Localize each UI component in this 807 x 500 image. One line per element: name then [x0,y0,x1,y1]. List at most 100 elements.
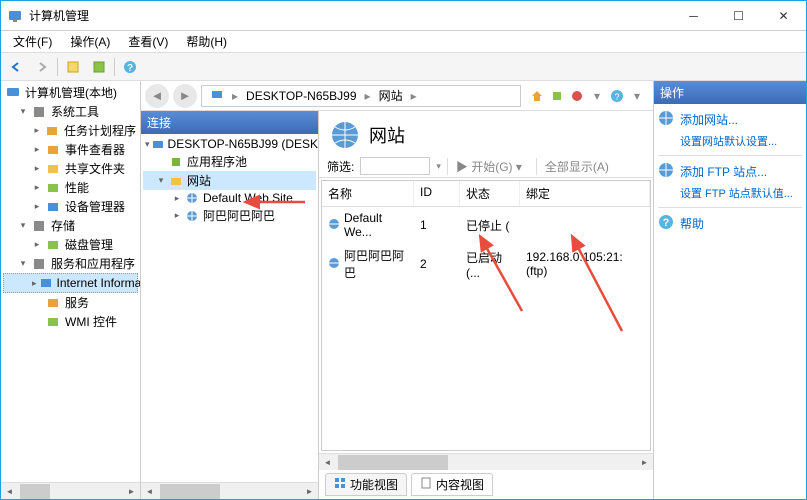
table-row[interactable]: 阿巴阿巴阿巴2已启动 (...192.168.0.105:21: (ftp) [322,243,650,285]
scroll-left-icon[interactable]: ◄ [1,483,18,500]
col-name[interactable]: 名称 [322,181,414,206]
go-button[interactable]: ▶ 开始(G) ▾ [447,158,530,175]
col-id[interactable]: ID [414,181,460,206]
expand-icon[interactable]: ▸ [171,210,183,222]
conn-host[interactable]: ▾ DESKTOP-N65BJ99 (DESKTOP [143,136,316,152]
home-icon[interactable] [529,88,545,104]
scroll-right-icon[interactable]: ► [123,483,140,500]
main-window: 计算机管理 ─ ☐ ✕ 文件(F) 操作(A) 查看(V) 帮助(H) ? 计算… [0,0,807,500]
nav-back-button[interactable]: ◄ [145,84,169,108]
unknown-icon[interactable] [549,88,565,104]
conn-sites[interactable]: ▾ 网站 [143,171,316,190]
tab-content[interactable]: 内容视图 [411,473,493,496]
tree-item[interactable]: WMI 控件 [3,312,138,331]
action-subitem[interactable]: 设置网站默认设置... [658,131,802,151]
breadcrumb-host[interactable]: DESKTOP-N65BJ99 [242,89,361,103]
scope-hscroll[interactable]: ◄ ► [1,482,140,499]
conn-hscroll[interactable]: ◄ ► [141,482,318,499]
help-icon[interactable]: ? [609,88,625,104]
collapse-icon[interactable]: ▾ [17,220,29,232]
menu-view[interactable]: 查看(V) [120,31,176,52]
showall-button[interactable]: 全部显示(A) [536,158,617,175]
breadcrumb-root-icon [206,87,228,104]
collapse-icon[interactable]: ▾ [17,106,29,118]
filter-input[interactable] [360,157,430,175]
help-button[interactable]: ? [119,56,141,78]
connections-tree[interactable]: ▾ DESKTOP-N65BJ99 (DESKTOP 应用程序池 ▾ [141,134,318,482]
tree-group[interactable]: ▾系统工具 [3,102,138,121]
expand-icon[interactable] [31,316,43,328]
conn-site-item[interactable]: ▸阿巴阿巴阿巴 [143,206,316,225]
expand-icon[interactable]: ▸ [31,125,43,137]
collapse-icon[interactable]: ▾ [17,258,29,270]
tab-features[interactable]: 功能视图 [325,473,407,496]
expand-icon[interactable]: ▸ [31,239,43,251]
col-binding[interactable]: 绑定 [520,181,650,206]
tools-icon [31,256,47,272]
action-item[interactable]: 添加网站... [658,108,802,131]
tree-root[interactable]: 计算机管理(本地) [3,83,138,102]
expand-icon[interactable]: ▸ [31,163,43,175]
scroll-right-icon[interactable]: ► [636,454,653,471]
scroll-left-icon[interactable]: ◄ [319,454,336,471]
expand-icon[interactable]: ▸ [171,192,183,204]
col-status[interactable]: 状态 [460,181,520,206]
menu-action[interactable]: 操作(A) [62,31,118,52]
breadcrumb[interactable]: ▸ DESKTOP-N65BJ99 ▸ 网站 ▸ [201,85,521,107]
expand-icon[interactable]: ▸ [32,277,37,289]
tree-item[interactable]: ▸ 性能 [3,178,138,197]
window-title: 计算机管理 [29,7,671,24]
expand-icon[interactable]: ▸ [31,144,43,156]
conn-sites-label: 网站 [187,172,211,189]
mid-split: 连接 ▾ DESKTOP-N65BJ99 (DESKTOP 应用程序池 [141,111,653,499]
tree-item-label: 事件查看器 [65,141,125,158]
tree-item[interactable]: ▸Internet Informat [3,273,138,293]
dropdown-icon[interactable]: ▾ [629,88,645,104]
titlebar: 计算机管理 ─ ☐ ✕ [1,1,806,31]
close-button[interactable]: ✕ [761,1,806,30]
properties-button[interactable] [62,56,84,78]
conn-apppools[interactable]: 应用程序池 [143,152,316,171]
scroll-left-icon[interactable]: ◄ [141,483,158,500]
action-subitem[interactable]: 设置 FTP 站点默认值... [658,183,802,203]
tree-item[interactable]: 服务 [3,293,138,312]
tree-item[interactable]: ▸共享文件夹 [3,159,138,178]
back-button[interactable] [5,56,27,78]
tree-item[interactable]: ▸任务计划程序 [3,121,138,140]
scope-tree[interactable]: 计算机管理(本地) ▾系统工具▸任务计划程序▸事件查看器▸共享文件夹▸性能▸设备… [1,81,140,482]
expand-icon[interactable]: ▸ [31,182,43,194]
menu-help[interactable]: 帮助(H) [178,31,235,52]
menubar: 文件(F) 操作(A) 查看(V) 帮助(H) [1,31,806,53]
scroll-thumb[interactable] [338,455,448,470]
tree-group[interactable]: ▾存储 [3,216,138,235]
nav-forward-button[interactable]: ► [173,84,197,108]
scroll-thumb[interactable] [160,484,220,499]
tree-item[interactable]: ▸ 事件查看器 [3,140,138,159]
collapse-icon[interactable]: ▾ [145,138,150,150]
expand-icon[interactable]: ▸ [31,201,43,213]
action-item[interactable]: 添加 FTP 站点... [658,160,802,183]
expand-icon[interactable] [31,297,43,309]
collapse-icon[interactable]: ▾ [155,175,167,187]
breadcrumb-section[interactable]: 网站 [375,87,407,104]
scroll-right-icon[interactable]: ► [301,483,318,500]
minimize-button[interactable]: ─ [671,1,716,30]
tree-item[interactable]: ▸磁盘管理 [3,235,138,254]
tree-item[interactable]: ▸设备管理器 [3,197,138,216]
forward-button[interactable] [31,56,53,78]
content-icon [420,477,432,492]
sites-list[interactable]: 名称 ID 状态 绑定 Default We...1已停止 (阿巴阿巴阿巴2已启… [321,180,651,451]
menu-file[interactable]: 文件(F) [5,31,60,52]
scroll-thumb[interactable] [20,484,50,499]
tree-root-label: 计算机管理(本地) [25,84,117,101]
tree-item-label: 性能 [65,179,89,196]
refresh-button[interactable] [88,56,110,78]
action-item[interactable]: ?帮助 [658,212,802,235]
maximize-button[interactable]: ☐ [716,1,761,30]
dropdown-icon[interactable]: ▾ [589,88,605,104]
stop-icon[interactable] [569,88,585,104]
conn-site-item[interactable]: ▸Default Web Site [143,190,316,206]
table-row[interactable]: Default We...1已停止 ( [322,207,650,243]
content-hscroll[interactable]: ◄ ► [319,453,653,470]
tree-group[interactable]: ▾服务和应用程序 [3,254,138,273]
